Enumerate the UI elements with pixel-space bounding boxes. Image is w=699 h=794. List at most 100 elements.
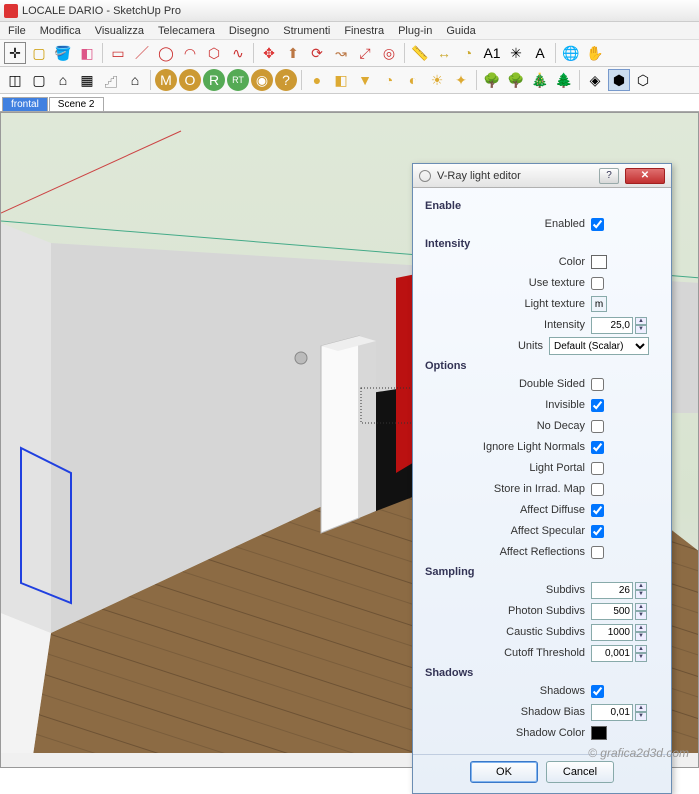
menu-visualizza[interactable]: Visualizza	[89, 23, 150, 39]
offset-tool-icon[interactable]: ◎	[378, 42, 400, 64]
rotate-tool-icon[interactable]: ⟳	[306, 42, 328, 64]
vray-rt-icon[interactable]: RT	[227, 69, 249, 91]
circle-tool-icon[interactable]: ◯	[155, 42, 177, 64]
menu-finestra[interactable]: Finestra	[338, 23, 390, 39]
paint-tool-icon[interactable]: 🪣	[52, 42, 74, 64]
tree2-icon[interactable]: 🌳	[505, 69, 527, 91]
light-sphere-icon[interactable]: ●	[306, 69, 328, 91]
checkbox-affect-diffuse[interactable]	[591, 504, 604, 517]
freehand-tool-icon[interactable]: ∿	[227, 42, 249, 64]
scale-tool-icon[interactable]: ⤢	[354, 42, 376, 64]
checkbox-affect-reflections[interactable]	[591, 546, 604, 559]
input-shadow-bias[interactable]	[591, 704, 633, 721]
house2-icon[interactable]: ⌂	[124, 69, 146, 91]
spinner-subdivs[interactable]: ▲▼	[635, 582, 647, 599]
section-options: Options	[425, 360, 659, 372]
tape-tool-icon[interactable]: 📏	[409, 42, 431, 64]
ok-button[interactable]: OK	[470, 761, 538, 783]
light-spot-icon[interactable]: ▼	[354, 69, 376, 91]
checkbox-affect-specular[interactable]	[591, 525, 604, 538]
checkbox-use-texture[interactable]	[591, 277, 604, 290]
tree1-icon[interactable]: 🌳	[481, 69, 503, 91]
followme-tool-icon[interactable]: ↝	[330, 42, 352, 64]
cancel-button[interactable]: Cancel	[546, 761, 614, 783]
vray-m-icon[interactable]: M	[155, 69, 177, 91]
light-rect-icon[interactable]: ◧	[330, 69, 352, 91]
input-subdivs[interactable]	[591, 582, 633, 599]
shadow-color-swatch[interactable]	[591, 726, 607, 740]
3dtext-tool-icon[interactable]: A	[529, 42, 551, 64]
help-button[interactable]: ?	[599, 168, 619, 184]
checkbox-double-sided[interactable]	[591, 378, 604, 391]
dialog-titlebar[interactable]: V-Ray light editor ? ✕	[413, 164, 671, 188]
spinner-photon-subdivs[interactable]: ▲▼	[635, 603, 647, 620]
spinner-shadow-bias[interactable]: ▲▼	[635, 704, 647, 721]
close-button[interactable]: ✕	[625, 168, 665, 184]
wall-icon[interactable]: ▦	[76, 69, 98, 91]
dimension-tool-icon[interactable]: ↔	[433, 42, 455, 64]
menu-file[interactable]: File	[2, 23, 32, 39]
move-tool-icon[interactable]: ✥	[258, 42, 280, 64]
light-ies-icon[interactable]: ◔	[378, 69, 400, 91]
pushpull-tool-icon[interactable]: ⬆	[282, 42, 304, 64]
menu-guida[interactable]: Guida	[440, 23, 481, 39]
orbit-tool-icon[interactable]: 🌐	[560, 42, 582, 64]
box-icon[interactable]: ▢	[28, 69, 50, 91]
component-tool-icon[interactable]: ▢	[28, 42, 50, 64]
scene-tab-scene2[interactable]: Scene 2	[49, 97, 104, 111]
select-units[interactable]: Default (Scalar)	[549, 337, 649, 355]
front-view-icon[interactable]: ⬡	[632, 69, 654, 91]
menu-strumenti[interactable]: Strumenti	[277, 23, 336, 39]
checkbox-shadows[interactable]	[591, 685, 604, 698]
tree3-icon[interactable]: 🎄	[529, 69, 551, 91]
cube-icon[interactable]: ◫	[4, 69, 26, 91]
arc-tool-icon[interactable]: ◠	[179, 42, 201, 64]
titlebar: LOCALE DARIO - SketchUp Pro	[0, 0, 699, 22]
color-swatch[interactable]	[591, 255, 607, 269]
checkbox-enabled[interactable]	[591, 218, 604, 231]
input-photon-subdivs[interactable]	[591, 603, 633, 620]
checkbox-store-irrad[interactable]	[591, 483, 604, 496]
section-enable: Enable	[425, 200, 659, 212]
spinner-intensity[interactable]: ▲▼	[635, 317, 647, 334]
stairs-icon[interactable]: 𓊍	[100, 69, 122, 91]
line-tool-icon[interactable]: ／	[131, 42, 153, 64]
label-shadows: Shadows	[425, 685, 591, 697]
rectangle-tool-icon[interactable]: ▭	[107, 42, 129, 64]
pan-tool-icon[interactable]: ✋	[584, 42, 606, 64]
light-texture-button[interactable]: m	[591, 296, 607, 312]
select-tool-icon[interactable]: ✛	[4, 42, 26, 64]
polygon-tool-icon[interactable]: ⬡	[203, 42, 225, 64]
spinner-caustic-subdivs[interactable]: ▲▼	[635, 624, 647, 641]
vray-o-icon[interactable]: O	[179, 69, 201, 91]
text-tool-icon[interactable]: A1	[481, 42, 503, 64]
light-sun-icon[interactable]: ☀	[426, 69, 448, 91]
checkbox-no-decay[interactable]	[591, 420, 604, 433]
input-caustic-subdivs[interactable]	[591, 624, 633, 641]
label-affect-diffuse: Affect Diffuse	[425, 504, 591, 516]
light-dome-icon[interactable]: ◐	[402, 69, 424, 91]
input-cutoff-threshold[interactable]	[591, 645, 633, 662]
spinner-cutoff[interactable]: ▲▼	[635, 645, 647, 662]
checkbox-light-portal[interactable]	[591, 462, 604, 475]
iso-view-icon[interactable]: ◈	[584, 69, 606, 91]
menu-disegno[interactable]: Disegno	[223, 23, 275, 39]
house-icon[interactable]: ⌂	[52, 69, 74, 91]
protractor-tool-icon[interactable]: ◔	[457, 42, 479, 64]
vray-misc-icon[interactable]: ◉	[251, 69, 273, 91]
section-shadows: Shadows	[425, 667, 659, 679]
vray-r-icon[interactable]: R	[203, 69, 225, 91]
top-view-icon[interactable]: ⬢	[608, 69, 630, 91]
scene-tab-frontal[interactable]: frontal	[2, 97, 48, 111]
tree4-icon[interactable]: 🌲	[553, 69, 575, 91]
input-intensity[interactable]	[591, 317, 633, 334]
menu-telecamera[interactable]: Telecamera	[152, 23, 221, 39]
axes-tool-icon[interactable]: ✳	[505, 42, 527, 64]
eraser-tool-icon[interactable]: ◧	[76, 42, 98, 64]
light-omni-icon[interactable]: ✦	[450, 69, 472, 91]
menu-plugin[interactable]: Plug-in	[392, 23, 438, 39]
menu-modifica[interactable]: Modifica	[34, 23, 87, 39]
vray-help-icon[interactable]: ?	[275, 69, 297, 91]
checkbox-invisible[interactable]	[591, 399, 604, 412]
checkbox-ignore-normals[interactable]	[591, 441, 604, 454]
